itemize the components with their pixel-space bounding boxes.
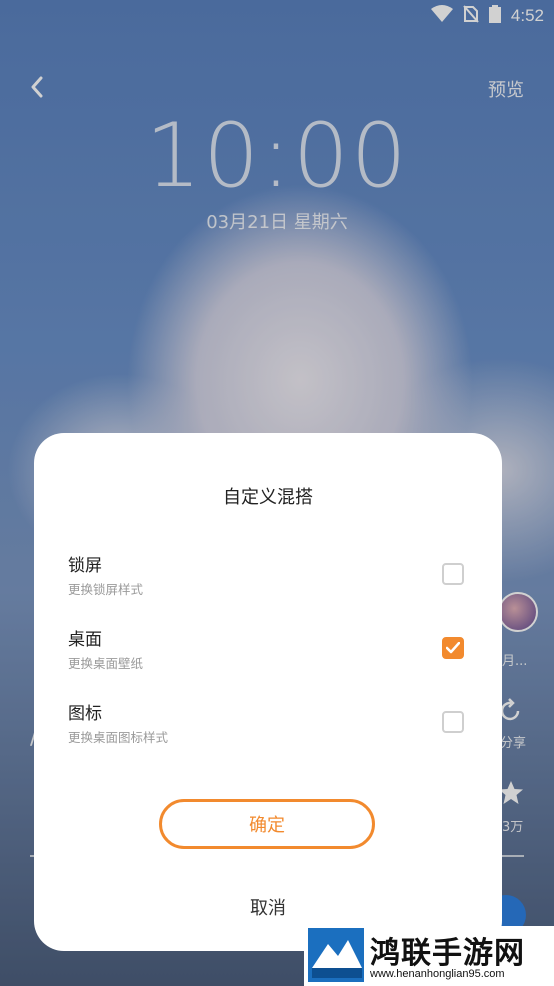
icons-checkbox[interactable] — [442, 711, 464, 733]
lockscreen-checkbox[interactable] — [442, 563, 464, 585]
option-icons[interactable]: 图标 更换桌面图标样式 — [34, 699, 502, 751]
option-subtitle: 更换桌面壁纸 — [68, 656, 144, 671]
watermark-url: www.henanhonglian95.com — [370, 968, 505, 980]
option-title: 锁屏 — [68, 556, 102, 576]
dialog-title: 自定义混搭 — [223, 487, 313, 508]
watermark-logo-icon — [308, 928, 364, 982]
confirm-button[interactable]: 确定 — [159, 799, 375, 849]
desktop-checkbox[interactable] — [442, 637, 464, 659]
cancel-button[interactable]: 取消 — [184, 889, 352, 925]
option-desktop[interactable]: 桌面 更换桌面壁纸 — [34, 625, 502, 677]
site-watermark: 鸿联手游网 www.henanhonglian95.com — [304, 926, 554, 986]
option-lockscreen[interactable]: 锁屏 更换锁屏样式 — [34, 551, 502, 603]
watermark-name: 鸿联手游网 — [370, 936, 525, 971]
custom-mix-dialog: 自定义混搭 锁屏 更换锁屏样式 桌面 更换桌面壁纸 图标 更换桌面图标样式 确定… — [34, 433, 502, 951]
option-title: 图标 — [68, 704, 102, 724]
option-subtitle: 更换桌面图标样式 — [68, 730, 169, 745]
option-subtitle: 更换锁屏样式 — [68, 582, 144, 597]
option-title: 桌面 — [68, 630, 102, 650]
